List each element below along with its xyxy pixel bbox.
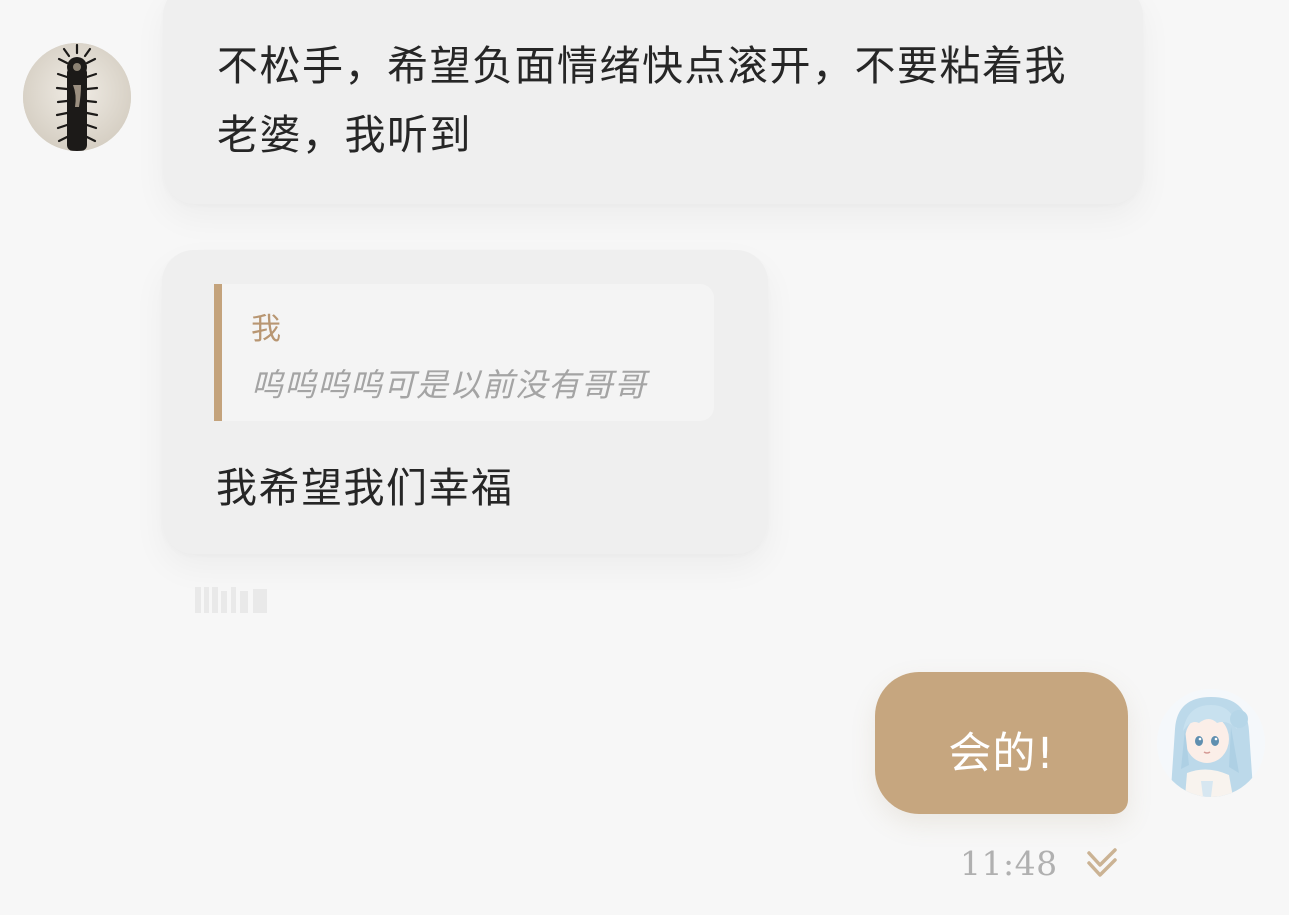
- self-avatar[interactable]: [1157, 689, 1265, 797]
- double-check-icon: [1086, 848, 1117, 877]
- message-timestamp: 11:48: [960, 843, 1058, 883]
- quoted-reply[interactable]: 我 呜呜呜呜可是以前没有哥哥: [214, 284, 714, 421]
- message-text: 会的!: [948, 729, 1055, 779]
- quote-accent-bar: [214, 284, 222, 421]
- contact-avatar[interactable]: [23, 43, 131, 151]
- outgoing-message-bubble[interactable]: 会的!: [875, 672, 1128, 814]
- quote-text: 呜呜呜呜可是以前没有哥哥: [251, 366, 648, 404]
- faint-artifact: [195, 587, 267, 613]
- incoming-message-bubble[interactable]: 我 呜呜呜呜可是以前没有哥哥 我希望我们幸福: [162, 250, 768, 554]
- anime-girl-avatar-image: [1157, 689, 1265, 797]
- message-text: 不松手，希望负面情绪快点滚开，不要粘着我老婆，我听到: [217, 42, 1067, 159]
- dark-figure-avatar-image: [23, 43, 131, 151]
- quote-author: 我: [251, 312, 281, 347]
- message-meta: 11:48: [960, 843, 1120, 883]
- message-text: 我希望我们幸福: [216, 464, 514, 512]
- incoming-message-bubble[interactable]: 不松手，希望负面情绪快点滚开，不要粘着我老婆，我听到: [163, 0, 1143, 204]
